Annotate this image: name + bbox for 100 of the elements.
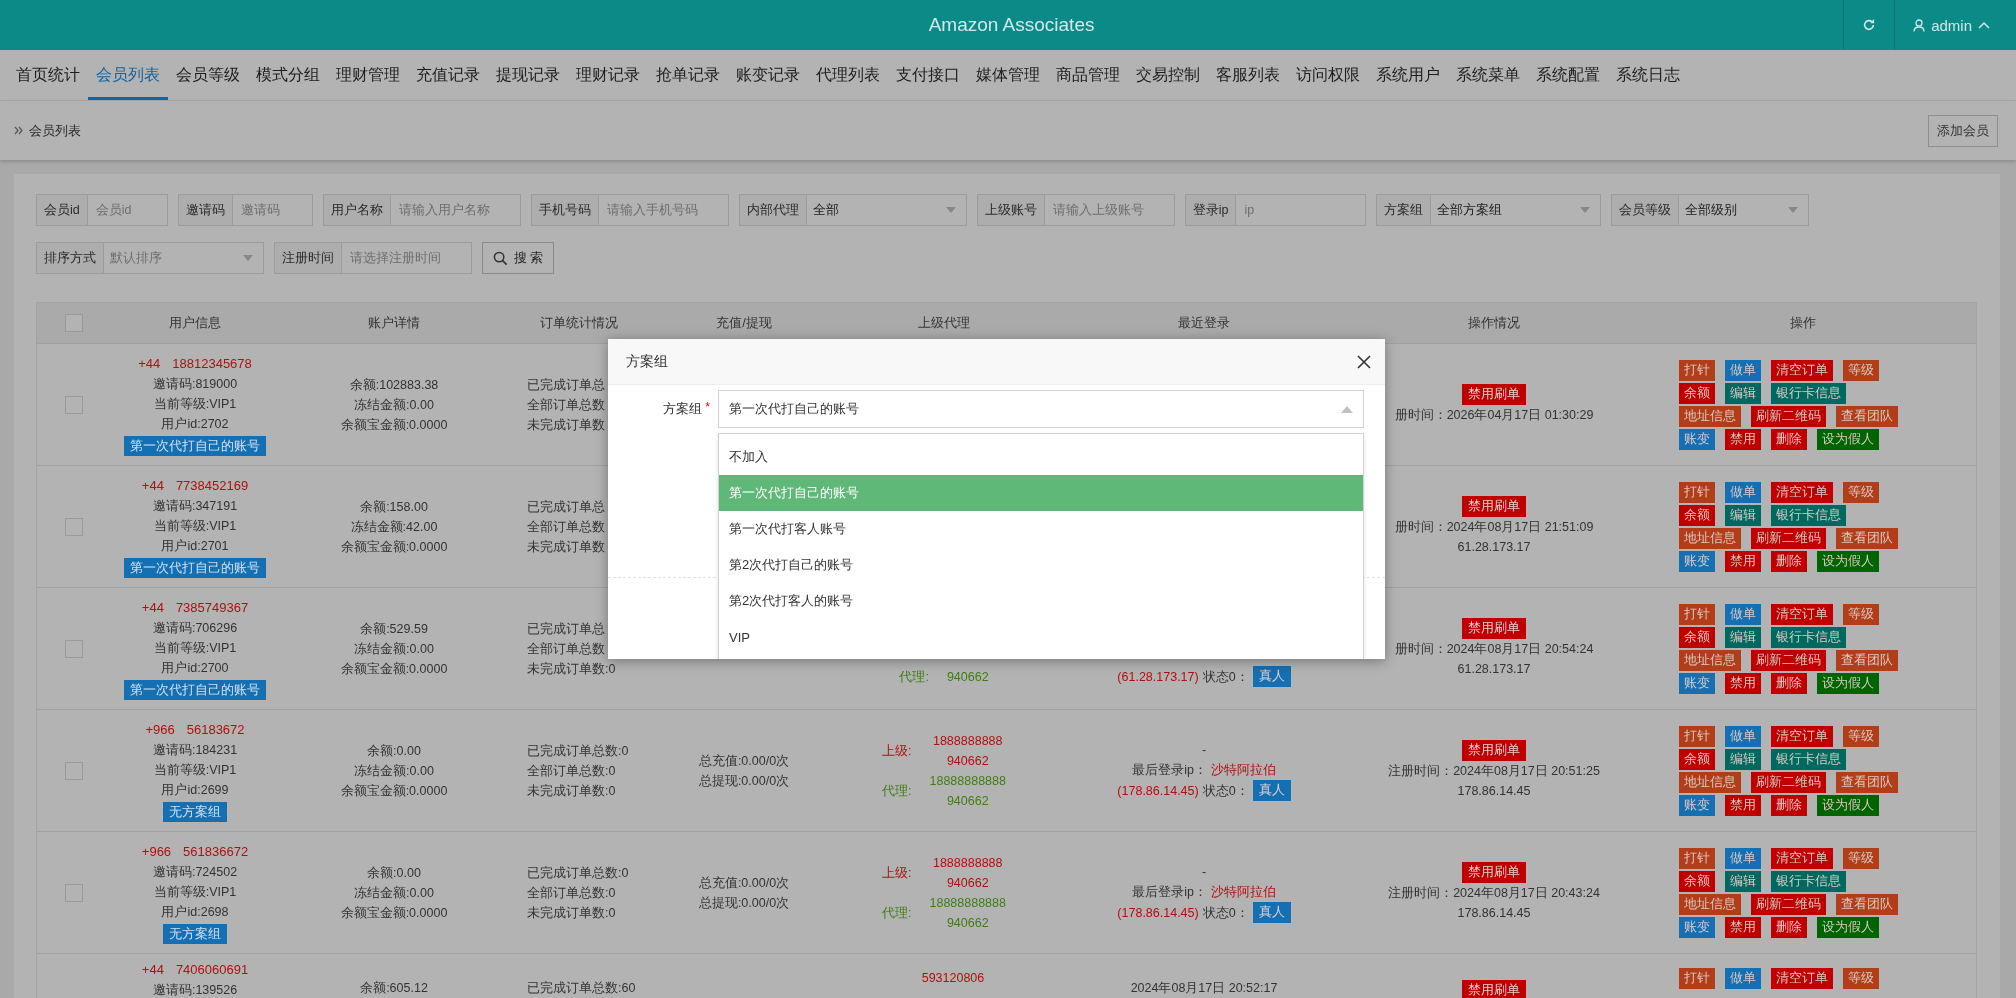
nav-tab[interactable]: 系统配置 bbox=[1528, 50, 1608, 100]
action-button[interactable]: 地址信息 bbox=[1679, 893, 1741, 915]
action-button[interactable]: 地址信息 bbox=[1679, 405, 1741, 427]
nav-tab[interactable]: 商品管理 bbox=[1048, 50, 1128, 100]
action-button[interactable]: 余额 bbox=[1679, 748, 1715, 770]
action-button[interactable]: 刷新二维码 bbox=[1751, 649, 1826, 671]
action-button[interactable]: 余额 bbox=[1679, 382, 1715, 404]
filter-input[interactable]: 请输入手机号码 bbox=[598, 194, 729, 226]
filter-select[interactable]: 默认排序 bbox=[104, 242, 264, 274]
action-button[interactable]: 账变 bbox=[1679, 672, 1715, 694]
action-button[interactable]: 账变 bbox=[1679, 794, 1715, 816]
user-name[interactable]: admin bbox=[1931, 16, 1972, 34]
row-checkbox[interactable] bbox=[65, 883, 83, 902]
action-button[interactable]: 打针 bbox=[1679, 359, 1715, 381]
action-button[interactable]: 银行卡信息 bbox=[1771, 748, 1846, 770]
select-all-checkbox[interactable] bbox=[65, 314, 83, 332]
action-button[interactable]: 刷新二维码 bbox=[1751, 893, 1826, 915]
add-member-button[interactable]: 添加会员 bbox=[1928, 114, 1998, 147]
action-button[interactable]: 做单 bbox=[1725, 603, 1761, 625]
dropdown-option[interactable]: 第一次代打客人账号 bbox=[719, 511, 1363, 547]
disable-orders-badge[interactable]: 禁用刷单 bbox=[1462, 862, 1526, 883]
filter-input[interactable]: 会员id bbox=[87, 194, 168, 226]
action-button[interactable]: 编辑 bbox=[1725, 504, 1761, 526]
action-button[interactable]: 等级 bbox=[1843, 847, 1879, 869]
nav-tab[interactable]: 理财管理 bbox=[328, 50, 408, 100]
row-checkbox[interactable] bbox=[65, 761, 83, 780]
dropdown-option[interactable]: VIP bbox=[719, 619, 1363, 655]
action-button[interactable]: 禁用 bbox=[1725, 428, 1761, 450]
action-button[interactable]: 清空订单 bbox=[1771, 847, 1833, 869]
filter-select[interactable]: 全部 bbox=[806, 194, 967, 226]
nav-tab[interactable]: 媒体管理 bbox=[968, 50, 1048, 100]
refresh-icon[interactable] bbox=[1862, 18, 1877, 32]
disable-orders-badge[interactable]: 禁用刷单 bbox=[1462, 496, 1526, 517]
action-button[interactable]: 做单 bbox=[1725, 968, 1761, 989]
caret-up-icon[interactable] bbox=[1978, 21, 1990, 29]
action-button[interactable]: 清空订单 bbox=[1771, 359, 1833, 381]
dropdown-option[interactable]: 不加入 bbox=[719, 439, 1363, 475]
dropdown-option[interactable]: 第2次代打客人的账号 bbox=[719, 583, 1363, 619]
row-checkbox[interactable] bbox=[65, 639, 83, 658]
row-checkbox[interactable] bbox=[65, 517, 83, 536]
filter-select[interactable]: 全部方案组 bbox=[1431, 194, 1602, 226]
filter-input[interactable]: 请输入用户名称 bbox=[390, 194, 521, 226]
filter-input[interactable]: ip bbox=[1236, 194, 1367, 226]
action-button[interactable]: 禁用 bbox=[1725, 672, 1761, 694]
disable-orders-badge[interactable]: 禁用刷单 bbox=[1462, 740, 1526, 761]
action-button[interactable]: 设为假人 bbox=[1817, 916, 1879, 938]
action-button[interactable]: 做单 bbox=[1725, 725, 1761, 747]
action-button[interactable]: 做单 bbox=[1725, 481, 1761, 503]
action-button[interactable]: 银行卡信息 bbox=[1771, 382, 1846, 404]
nav-tab[interactable]: 访问权限 bbox=[1288, 50, 1368, 100]
action-button[interactable]: 查看团队 bbox=[1836, 771, 1898, 793]
action-button[interactable]: 余额 bbox=[1679, 626, 1715, 648]
action-button[interactable]: 刷新二维码 bbox=[1751, 527, 1826, 549]
nav-tab[interactable]: 支付接口 bbox=[888, 50, 968, 100]
action-button[interactable]: 打针 bbox=[1679, 603, 1715, 625]
action-button[interactable]: 账变 bbox=[1679, 428, 1715, 450]
action-button[interactable]: 等级 bbox=[1843, 359, 1879, 381]
plan-group-select[interactable]: 第一次代打自己的账号 bbox=[718, 390, 1364, 428]
action-button[interactable]: 设为假人 bbox=[1817, 794, 1879, 816]
action-button[interactable]: 地址信息 bbox=[1679, 771, 1741, 793]
filter-select[interactable]: 全部级别 bbox=[1679, 194, 1810, 226]
nav-tab[interactable]: 交易控制 bbox=[1128, 50, 1208, 100]
action-button[interactable]: 查看团队 bbox=[1836, 527, 1898, 549]
disable-orders-badge[interactable]: 禁用刷单 bbox=[1462, 980, 1526, 998]
action-button[interactable]: 打针 bbox=[1679, 968, 1715, 989]
filter-input[interactable]: 请输入上级账号 bbox=[1044, 194, 1175, 226]
nav-tab[interactable]: 账变记录 bbox=[728, 50, 808, 100]
nav-tab[interactable]: 充值记录 bbox=[408, 50, 488, 100]
nav-tab[interactable]: 理财记录 bbox=[568, 50, 648, 100]
action-button[interactable]: 刷新二维码 bbox=[1751, 771, 1826, 793]
action-button[interactable]: 地址信息 bbox=[1679, 649, 1741, 671]
action-button[interactable]: 删除 bbox=[1771, 794, 1807, 816]
action-button[interactable]: 银行卡信息 bbox=[1771, 626, 1846, 648]
action-button[interactable]: 打针 bbox=[1679, 481, 1715, 503]
disable-orders-badge[interactable]: 禁用刷单 bbox=[1462, 618, 1526, 639]
action-button[interactable]: 查看团队 bbox=[1836, 405, 1898, 427]
nav-tab[interactable]: 模式分组 bbox=[248, 50, 328, 100]
nav-tab[interactable]: 系统用户 bbox=[1368, 50, 1448, 100]
nav-tab[interactable]: 系统日志 bbox=[1608, 50, 1688, 100]
action-button[interactable]: 删除 bbox=[1771, 672, 1807, 694]
filter-input[interactable]: 请选择注册时间 bbox=[342, 242, 472, 274]
action-button[interactable]: 编辑 bbox=[1725, 870, 1761, 892]
action-button[interactable]: 编辑 bbox=[1725, 382, 1761, 404]
nav-tab[interactable]: 系统菜单 bbox=[1448, 50, 1528, 100]
action-button[interactable]: 等级 bbox=[1843, 968, 1879, 989]
action-button[interactable]: 查看团队 bbox=[1836, 893, 1898, 915]
action-button[interactable]: 余额 bbox=[1679, 504, 1715, 526]
action-button[interactable]: 等级 bbox=[1843, 725, 1879, 747]
row-checkbox[interactable] bbox=[65, 395, 83, 414]
action-button[interactable]: 清空订单 bbox=[1771, 603, 1833, 625]
action-button[interactable]: 刷新二维码 bbox=[1751, 405, 1826, 427]
nav-tab[interactable]: 代理列表 bbox=[808, 50, 888, 100]
disable-orders-badge[interactable]: 禁用刷单 bbox=[1462, 384, 1526, 405]
action-button[interactable]: 编辑 bbox=[1725, 748, 1761, 770]
dropdown-option[interactable]: 第2次代打自己的账号 bbox=[719, 547, 1363, 583]
action-button[interactable]: 清空订单 bbox=[1771, 968, 1833, 989]
action-button[interactable]: 禁用 bbox=[1725, 550, 1761, 572]
close-icon[interactable] bbox=[1357, 354, 1371, 369]
nav-tab[interactable]: 提现记录 bbox=[488, 50, 568, 100]
nav-tab[interactable]: 客服列表 bbox=[1208, 50, 1288, 100]
